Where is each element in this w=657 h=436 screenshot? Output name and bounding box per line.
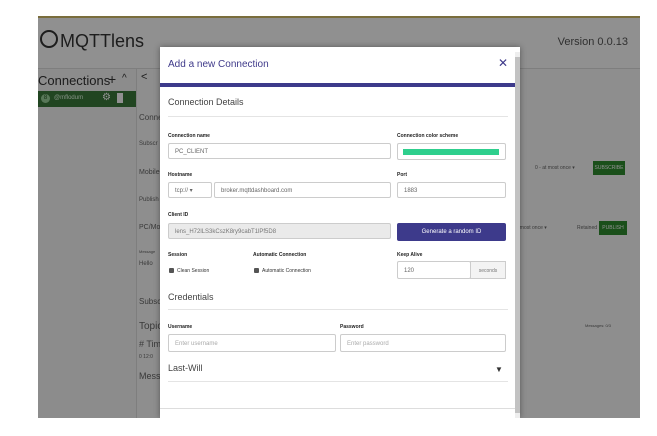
protocol-select[interactable]: tcp:// ▾ [168,182,212,198]
client-id-label: Client ID [168,212,189,218]
keep-alive-field[interactable]: 120 [397,261,471,279]
close-icon[interactable]: ✕ [498,56,508,70]
keep-alive-label: Keep Alive [397,252,423,258]
password-field[interactable]: Enter password [340,334,506,352]
clean-session-checkbox[interactable] [169,268,174,273]
port-field[interactable]: 1883 [397,182,506,198]
section-divider [168,116,508,117]
username-label: Username [168,324,193,330]
screenshot-frame: MQTTlens Version 0.0.13 Connections + ^ … [0,0,657,436]
port-label: Port [397,172,407,178]
chevron-down-icon[interactable]: ▼ [495,365,503,374]
connection-name-label: Connection name [168,133,210,139]
section-divider [168,309,508,310]
generate-random-id-button[interactable]: Generate a random ID [397,223,506,241]
automatic-connection-checkbox[interactable] [254,268,259,273]
dialog-footer-divider [160,408,516,409]
keep-alive-unit: seconds [470,261,506,279]
username-field[interactable]: Enter username [168,334,336,352]
hostname-label: Hostname [168,172,193,178]
last-will-heading[interactable]: Last-Will [168,363,203,373]
protocol-value: tcp:// [175,188,189,194]
connection-name-field[interactable]: PC_CLIENT [168,143,391,159]
auto-connection-label: Automatic Connection [253,252,307,258]
connection-color-picker[interactable] [397,143,506,160]
session-label: Session [168,252,188,258]
password-label: Password [340,324,364,330]
mqttlens-app: MQTTlens Version 0.0.13 Connections + ^ … [38,16,640,418]
connection-color-swatch [403,149,499,155]
client-id-field: lens_H72lLS3kCszK8ry9cabT1lPf5D8 [168,223,391,239]
color-scheme-label: Connection color scheme [397,133,459,139]
connection-details-heading: Connection Details [168,97,244,107]
add-connection-dialog: Add a new Connection ✕ Connection Detail… [160,47,520,418]
dialog-title-underline [160,83,520,87]
credentials-heading: Credentials [168,292,214,302]
dialog-scrollbar-thumb[interactable] [515,57,520,413]
section-divider [168,381,508,382]
automatic-connection-checkbox-label: Automatic Connection [262,268,311,274]
dialog-title: Add a new Connection [168,59,269,70]
clean-session-label: Clean Session [177,268,210,274]
hostname-field[interactable]: broker.mqttdashboard.com [214,182,391,198]
